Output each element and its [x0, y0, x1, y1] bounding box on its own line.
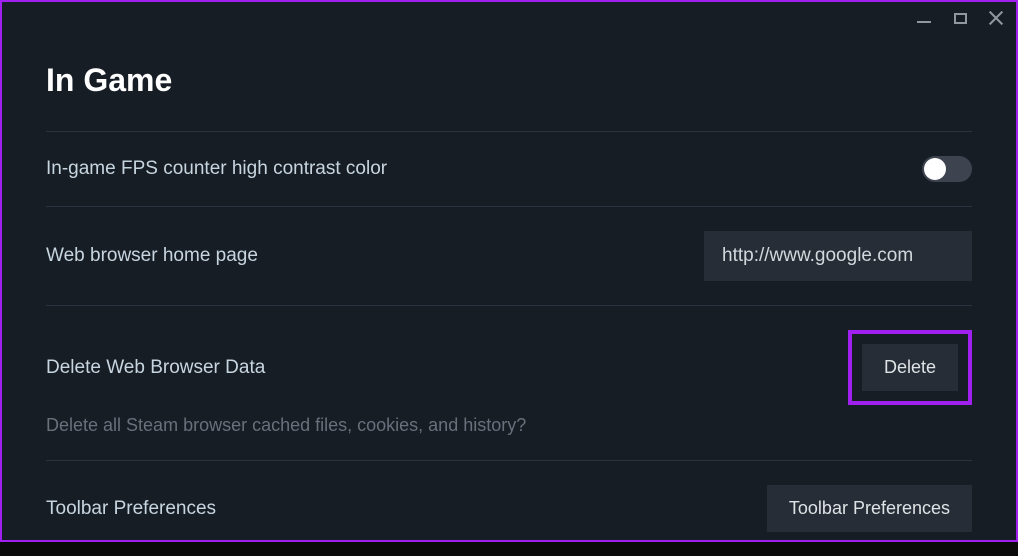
setting-fps-contrast: In-game FPS counter high contrast color [46, 132, 972, 206]
browser-home-label: Web browser home page [46, 245, 258, 267]
page-title: In Game [46, 62, 972, 99]
setting-browser-home: Web browser home page [46, 207, 972, 305]
minimize-icon [917, 21, 931, 23]
highlight-box: Delete [848, 330, 972, 405]
setting-delete-data: Delete Web Browser Data Delete [46, 306, 972, 415]
fps-contrast-toggle[interactable] [922, 156, 972, 182]
close-button[interactable] [988, 10, 1004, 26]
close-icon [988, 10, 1004, 26]
settings-window: In Game In-game FPS counter high contras… [2, 2, 1016, 540]
toolbar-label: Toolbar Preferences [46, 498, 216, 520]
delete-data-label: Delete Web Browser Data [46, 357, 265, 379]
maximize-icon [954, 13, 967, 24]
delete-button[interactable]: Delete [862, 344, 958, 391]
toolbar-preferences-button[interactable]: Toolbar Preferences [767, 485, 972, 532]
settings-content: In Game In-game FPS counter high contras… [2, 2, 1016, 556]
minimize-button[interactable] [916, 10, 932, 26]
browser-home-input[interactable] [704, 231, 972, 281]
maximize-button[interactable] [952, 10, 968, 26]
window-controls [916, 10, 1004, 26]
toggle-knob [924, 158, 946, 180]
fps-contrast-label: In-game FPS counter high contrast color [46, 158, 387, 180]
delete-data-description: Delete all Steam browser cached files, c… [46, 415, 972, 460]
